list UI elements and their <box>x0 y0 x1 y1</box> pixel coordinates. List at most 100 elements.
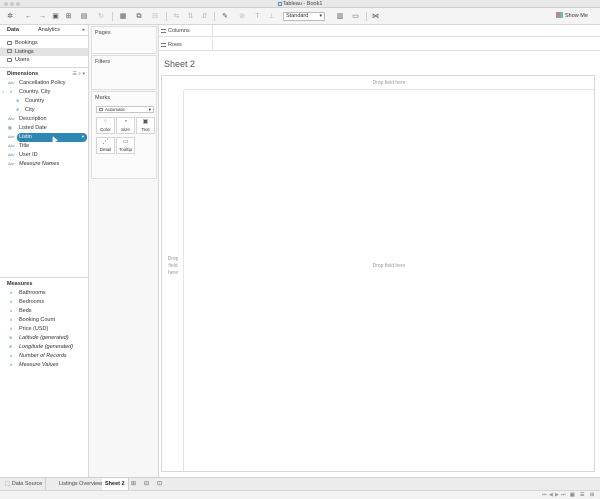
swap-rows-columns-icon[interactable]: ⇆ <box>172 12 181 21</box>
menu-icon[interactable]: ▾ <box>82 71 85 77</box>
highlight-icon[interactable]: ✎ <box>219 12 231 21</box>
marks-card-title: Marks <box>95 95 110 101</box>
tableau-home-icon[interactable]: ✲ <box>5 12 15 21</box>
new-worksheet-tab-icon[interactable]: ⊞ <box>131 481 138 487</box>
hash-icon: # <box>10 308 13 313</box>
measure-field[interactable]: # Bedrooms <box>0 298 89 307</box>
dimension-field[interactable]: Abc Title <box>0 142 89 151</box>
show-sheet-sorter-icon[interactable]: ⊞ <box>590 492 594 498</box>
color-button[interactable]: ⁘ Color <box>96 117 115 134</box>
field-label: Number of Records <box>19 353 67 359</box>
dimension-field[interactable]: Abc User ID <box>0 151 89 160</box>
chevron-down-icon[interactable]: ▾ <box>82 133 84 142</box>
new-worksheet-icon[interactable]: ▤ <box>78 12 90 21</box>
data-pane: Data Analytics ▸ Bookings Listings Users… <box>0 25 89 477</box>
measure-field[interactable]: # Number of Records <box>0 352 89 361</box>
pane-menu-icon[interactable]: ▸ <box>82 27 85 33</box>
data-source-item[interactable]: Users <box>0 56 88 65</box>
tooltip-icon: ▭ <box>122 139 129 145</box>
columns-shelf[interactable]: Columns <box>159 25 600 37</box>
dimension-field[interactable]: ▿ ♙ Country, City <box>0 88 89 97</box>
dimension-field[interactable]: Abc Description <box>0 115 89 124</box>
redo-icon[interactable]: → <box>38 12 47 21</box>
tab-label: Listings Overview <box>59 481 103 487</box>
sort-ascending-icon[interactable]: ⇅ <box>186 12 195 21</box>
previous-sheet-icon[interactable]: ◀ <box>549 492 553 498</box>
globe-icon: ⊕ <box>16 107 20 112</box>
show-me-label: Show Me <box>565 13 588 19</box>
data-source-list: Bookings Listings Users <box>0 36 88 65</box>
last-sheet-icon[interactable]: ⏭ <box>561 492 566 498</box>
size-button[interactable]: ◔ Size <box>116 117 135 134</box>
tab-analytics[interactable]: Analytics <box>38 27 60 33</box>
rows-shelf[interactable]: Rows <box>159 39 600 51</box>
dimension-field[interactable]: Abc Cancellation Policy <box>0 79 89 88</box>
show-mark-labels-icon[interactable]: T <box>253 12 262 21</box>
save-icon[interactable]: ▣ <box>51 12 60 21</box>
dimension-field[interactable]: ⊕ Country <box>0 97 89 106</box>
data-source-item-selected[interactable]: Listings <box>0 47 88 56</box>
measure-field[interactable]: # Booking Count <box>0 316 89 325</box>
show-tabs-icon[interactable]: ☰ <box>580 492 584 498</box>
measure-field[interactable]: ⊕ Longitude (generated) <box>0 343 89 352</box>
clear-sheet-icon[interactable]: ⊟ <box>149 12 161 21</box>
duplicate-sheet-icon[interactable]: ⧉ <box>134 12 144 21</box>
fix-axes-icon[interactable]: ⊥ <box>267 12 276 21</box>
first-sheet-icon[interactable]: ⏮ <box>542 492 547 498</box>
field-label: Bathrooms <box>19 290 46 296</box>
dimension-field[interactable]: Abc Measure Names <box>0 160 89 169</box>
filters-card[interactable]: Filters <box>91 55 157 90</box>
fit-select[interactable]: Standard ▾ <box>283 12 325 21</box>
expand-arrow-icon[interactable]: ▿ <box>2 88 4 97</box>
dimension-field-dragging[interactable]: Abc Listin ▾ <box>0 133 89 143</box>
dimension-field[interactable]: ⊕ City <box>0 106 89 115</box>
fit-select-value: Standard <box>286 13 309 19</box>
view-area[interactable]: Drop field here Drop field here Drop fie… <box>161 75 595 472</box>
dimension-field[interactable]: ▦ Listed Date <box>0 124 89 133</box>
chevron-down-icon: ▾ <box>148 107 151 112</box>
title-bar: Tableau - Book1 <box>0 0 600 8</box>
share-icon[interactable]: ⋈ <box>371 12 380 21</box>
sheet-title[interactable]: Sheet 2 <box>164 59 195 69</box>
detail-button[interactable]: ⋰ Detail <box>96 137 115 154</box>
text-button[interactable]: ▣ Text <box>136 117 155 134</box>
presentation-mode-icon[interactable]: ▭ <box>351 12 360 21</box>
abc-icon: Abc <box>8 117 15 121</box>
mark-type-select[interactable]: Automatic ▾ <box>96 106 154 113</box>
rows-icon <box>161 42 166 47</box>
refresh-icon[interactable]: ↻ <box>95 12 107 21</box>
new-sheet-icon[interactable]: ▦ <box>117 12 129 21</box>
new-data-source-icon[interactable]: ⊞ <box>64 12 73 21</box>
row-drop-hint: Drop field here <box>162 256 184 277</box>
tab-data[interactable]: Data <box>7 27 19 33</box>
view-list-icon[interactable]: ☰ <box>72 71 76 77</box>
show-me-button[interactable]: Show Me <box>556 12 588 21</box>
hash-icon: # <box>10 353 13 358</box>
pages-card[interactable]: Pages <box>91 26 157 54</box>
dragged-field-pill[interactable]: Listin ▾ <box>17 133 87 143</box>
measure-field[interactable]: # Price (USD) <box>0 325 89 334</box>
color-icon: ⁘ <box>102 119 109 125</box>
status-bar: ⏮ ◀ ▶ ⏭ ▦ ☰ ⊞ <box>0 490 600 499</box>
field-label: Measure Values <box>19 362 59 368</box>
row-drop-zone[interactable] <box>162 90 184 471</box>
field-label: City <box>25 107 35 113</box>
show-cards-icon[interactable]: ▥ <box>334 12 346 21</box>
measure-field[interactable]: # Beds <box>0 307 89 316</box>
measure-field[interactable]: # Bathrooms <box>0 289 89 298</box>
sort-descending-icon[interactable]: ⇵ <box>200 12 209 21</box>
measure-field[interactable]: # Measure Values <box>0 361 89 370</box>
rows-label: Rows <box>168 42 182 48</box>
group-members-icon[interactable]: ⊘ <box>236 12 248 21</box>
tooltip-button[interactable]: ▭ Tooltip <box>116 137 135 154</box>
measure-field[interactable]: ⊕ Latitude (generated) <box>0 334 89 343</box>
show-filmstrip-icon[interactable]: ▦ <box>570 492 575 498</box>
undo-icon[interactable]: ← <box>24 12 33 21</box>
next-sheet-icon[interactable]: ▶ <box>555 492 559 498</box>
search-icon[interactable]: ⌕ <box>78 71 81 77</box>
show-me-icon <box>556 12 563 18</box>
new-dashboard-tab-icon[interactable]: ⊟ <box>144 481 151 487</box>
new-story-tab-icon[interactable]: ⊡ <box>157 481 164 487</box>
abc-icon: Abc <box>8 144 15 148</box>
data-source-item[interactable]: Bookings <box>0 39 88 48</box>
